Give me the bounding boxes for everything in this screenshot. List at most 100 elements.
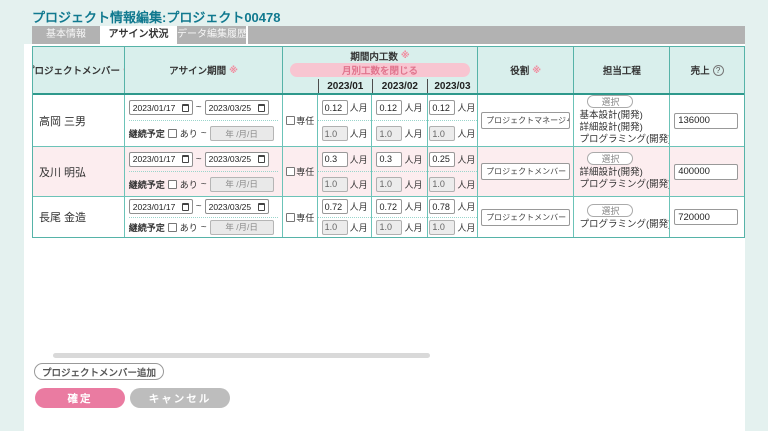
range-separator: ~ xyxy=(196,154,202,165)
effort-cell-month-2: 人月 人月 xyxy=(372,95,428,146)
header-member: プロジェクトメンバー※ xyxy=(33,47,125,93)
process-item: プログラミング(開発) xyxy=(579,179,664,191)
toggle-monthly-effort-button[interactable]: 月別工数を閉じる xyxy=(290,63,469,77)
continue-date-input: 年 /月/日 xyxy=(210,220,274,235)
capacity-input xyxy=(376,220,402,235)
table-row: 高岡 三男 2023/01/17 ~ 2023/03/25 継続予定 あり ~ … xyxy=(33,95,744,147)
effort-input[interactable] xyxy=(429,199,455,214)
capacity-input xyxy=(322,126,348,141)
effort-input[interactable] xyxy=(429,100,455,115)
add-member-button[interactable]: プロジェクトメンバー追加 xyxy=(34,363,164,380)
assign-period-cell: 2023/01/17 ~ 2023/03/25 継続予定 あり ~ 年 /月/日 xyxy=(125,95,284,146)
assignment-table: プロジェクトメンバー※ アサイン期間※ 期間内工数※ 月別工数を閉じる 2023… xyxy=(32,46,745,238)
member-name: 長尾 金造 xyxy=(33,197,125,237)
chevron-down-icon: ▼ xyxy=(568,214,570,220)
effort-cell-month-2: 人月 人月 xyxy=(372,197,428,237)
chevron-down-icon: ▼ xyxy=(568,169,570,175)
sales-input[interactable] xyxy=(674,164,738,180)
effort-cell-month-1: 人月 人月 xyxy=(318,95,372,146)
header-role: 役割※ xyxy=(478,47,575,93)
tab-basic-info[interactable]: 基本情報 xyxy=(32,26,100,44)
continue-date-input: 年 /月/日 xyxy=(210,126,274,141)
calendar-icon[interactable] xyxy=(182,155,189,163)
process-select-button[interactable]: 選択 xyxy=(587,95,633,108)
capacity-input xyxy=(322,220,348,235)
effort-input[interactable] xyxy=(376,152,402,167)
header-sales: 売上? xyxy=(670,47,744,93)
table-header: プロジェクトメンバー※ アサイン期間※ 期間内工数※ 月別工数を閉じる 2023… xyxy=(33,47,744,95)
required-icon: ※ xyxy=(401,50,410,61)
end-date-input[interactable]: 2023/03/25 xyxy=(205,152,269,167)
capacity-input xyxy=(429,177,455,192)
capacity-input xyxy=(429,220,455,235)
member-name: 高岡 三男 xyxy=(33,95,125,146)
range-separator: ~ xyxy=(201,179,207,190)
range-separator: ~ xyxy=(196,201,202,212)
effort-cell-month-1: 人月 人月 xyxy=(318,147,372,196)
start-date-input[interactable]: 2023/01/17 xyxy=(129,100,193,115)
process-item: プログラミング(開発) xyxy=(579,219,664,231)
process-item: 基本設計(開発) xyxy=(579,110,664,122)
sales-input[interactable] xyxy=(674,209,738,225)
member-name: 及川 明弘 xyxy=(33,147,125,196)
sales-input[interactable] xyxy=(674,113,738,129)
effort-input[interactable] xyxy=(322,100,348,115)
calendar-icon[interactable] xyxy=(258,155,265,163)
sales-cell xyxy=(670,95,744,146)
continue-checkbox[interactable] xyxy=(168,180,177,189)
dedicated-cell: 専任 xyxy=(283,147,318,196)
subheader-spacer xyxy=(283,79,318,93)
calendar-icon[interactable] xyxy=(258,203,265,211)
table-row: 及川 明弘 2023/01/17 ~ 2023/03/25 継続予定 あり ~ … xyxy=(33,147,744,197)
effort-input[interactable] xyxy=(322,199,348,214)
effort-cell-month-3: 人月 人月 xyxy=(428,197,478,237)
calendar-icon[interactable] xyxy=(182,203,189,211)
dedicated-checkbox[interactable] xyxy=(286,167,295,176)
effort-cell-month-1: 人月 人月 xyxy=(318,197,372,237)
dedicated-label: 専任 xyxy=(296,165,314,178)
end-date-input[interactable]: 2023/03/25 xyxy=(205,199,269,214)
help-icon[interactable]: ? xyxy=(713,65,724,76)
calendar-icon[interactable] xyxy=(182,104,189,112)
process-select-button[interactable]: 選択 xyxy=(587,152,633,165)
process-select-button[interactable]: 選択 xyxy=(587,204,633,217)
horizontal-scrollbar[interactable] xyxy=(53,353,430,358)
effort-input[interactable] xyxy=(376,100,402,115)
start-date-input[interactable]: 2023/01/17 xyxy=(129,152,193,167)
continue-label: 継続予定 xyxy=(129,127,165,140)
role-cell: プロジェクトメンバー▼ xyxy=(478,147,575,196)
subheader-month-3: 2023/03 xyxy=(427,79,477,93)
confirm-button[interactable]: 確定 xyxy=(35,388,125,408)
tab-assign-status[interactable]: アサイン状況 xyxy=(100,26,177,44)
role-select[interactable]: プロジェクトメンバー▼ xyxy=(481,209,570,226)
calendar-icon[interactable] xyxy=(258,104,265,112)
capacity-input xyxy=(376,126,402,141)
continue-checkbox[interactable] xyxy=(168,129,177,138)
role-select[interactable]: プロジェクトマネージャー▼ xyxy=(481,112,570,129)
start-date-input[interactable]: 2023/01/17 xyxy=(129,199,193,214)
process-cell: 選択 プログラミング(開発) xyxy=(574,197,670,237)
effort-cell-month-2: 人月 人月 xyxy=(372,147,428,196)
header-effort-group: 期間内工数※ 月別工数を閉じる 2023/01 2023/02 2023/03 xyxy=(283,47,477,93)
required-icon: ※ xyxy=(229,65,238,76)
tab-data-edit-history[interactable]: データ編集履歴 xyxy=(177,26,248,44)
effort-input[interactable] xyxy=(429,152,455,167)
effort-input[interactable] xyxy=(322,152,348,167)
range-separator: ~ xyxy=(201,128,207,139)
continue-checkbox-label: あり xyxy=(180,127,198,140)
end-date-input[interactable]: 2023/03/25 xyxy=(205,100,269,115)
cancel-button[interactable]: キャンセル xyxy=(130,388,230,408)
assign-period-cell: 2023/01/17 ~ 2023/03/25 継続予定 あり ~ 年 /月/日 xyxy=(125,147,284,196)
role-select[interactable]: プロジェクトメンバー▼ xyxy=(481,163,570,180)
capacity-input xyxy=(376,177,402,192)
required-icon: ※ xyxy=(532,65,541,76)
process-item: プログラミング(開発) xyxy=(579,134,664,146)
process-cell: 選択 詳細設計(開発) プログラミング(開発) xyxy=(574,147,670,196)
capacity-input xyxy=(429,126,455,141)
effort-input[interactable] xyxy=(376,199,402,214)
dedicated-checkbox[interactable] xyxy=(286,116,295,125)
dedicated-checkbox[interactable] xyxy=(286,213,295,222)
effort-cell-month-3: 人月 人月 xyxy=(428,95,478,146)
effort-cell-month-3: 人月 人月 xyxy=(428,147,478,196)
continue-checkbox[interactable] xyxy=(168,223,177,232)
